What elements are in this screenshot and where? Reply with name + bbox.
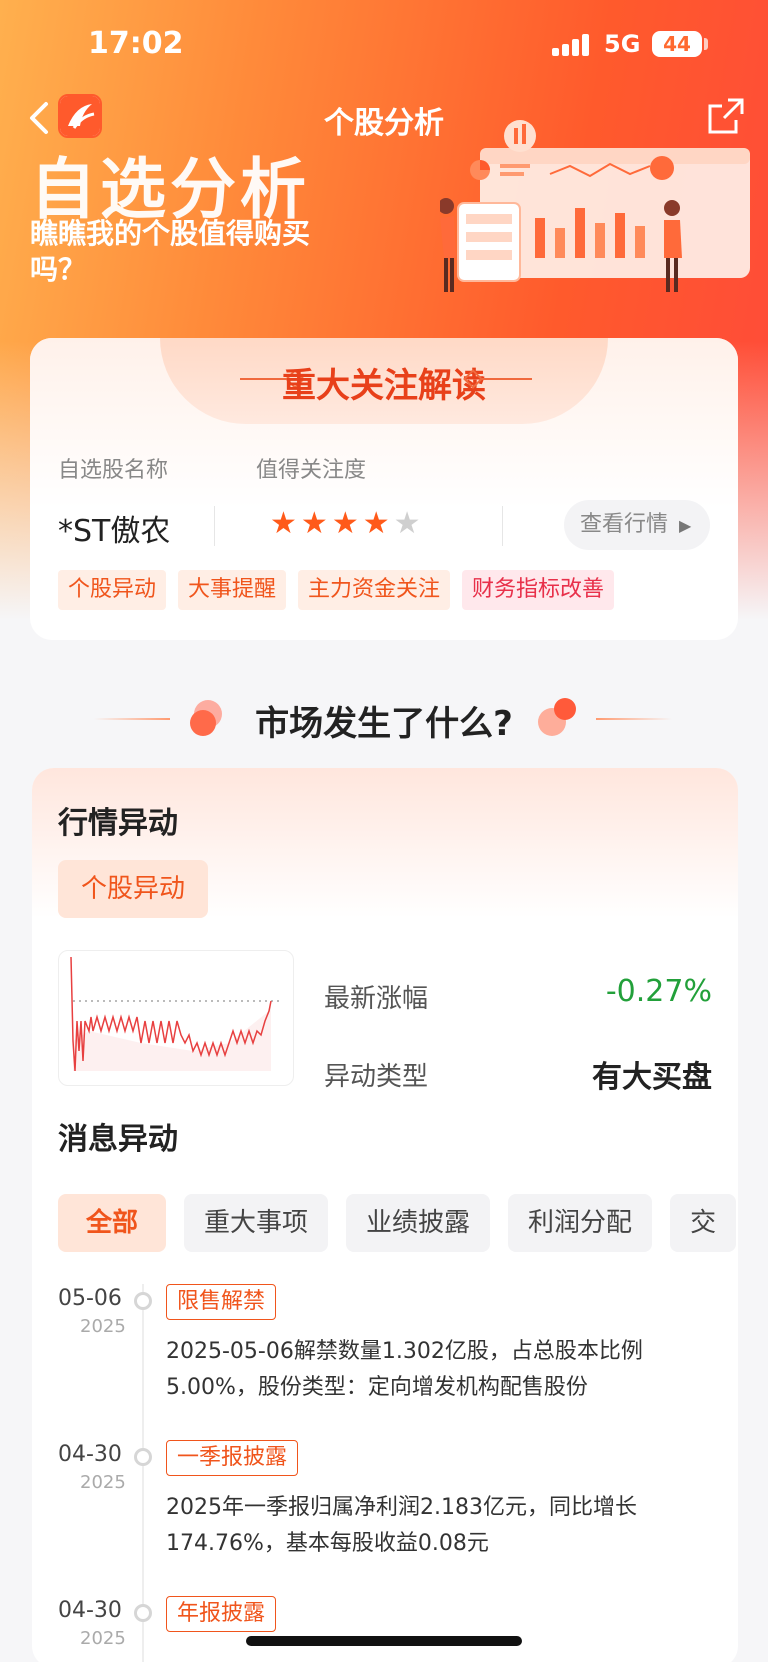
focus-tags: 个股异动 大事提醒 主力资金关注 财务指标改善 <box>58 570 626 610</box>
stock-name-label: 自选股名称 <box>58 458 169 483</box>
divider <box>502 506 503 546</box>
change-value: -0.27% <box>605 974 712 1009</box>
intraday-mini-chart[interactable] <box>58 950 294 1086</box>
event-tag: 一季报披露 <box>166 1440 299 1476</box>
stock-name: *ST傲农 <box>58 514 171 549</box>
filter-tab[interactable]: 利润分配 <box>508 1194 653 1252</box>
focus-banner-title: 重大关注解读 <box>282 366 486 406</box>
filter-tab[interactable]: 业绩披露 <box>346 1194 491 1252</box>
bubble-icon <box>554 698 576 720</box>
event-tag: 年报披露 <box>166 1596 277 1632</box>
focus-card: 重大关注解读 自选股名称 值得关注度 *ST傲农 ★ ★ ★ ★ ★ 查看行情 ▶ 个股… <box>30 338 738 640</box>
news-filter-tabs: 全部 重大事项 业绩披露 利润分配交 <box>58 1194 738 1254</box>
focus-tag: 财务指标改善 <box>462 570 615 610</box>
stock-anomaly-tab[interactable]: 个股异动 <box>58 860 208 918</box>
event-text: 2025年一季报归属净利润2.183亿元，同比增长174.76%，基本每股收益0… <box>166 1495 637 1556</box>
event-text: 2025-05-06解禁数量1.302亿股，占总股本比例5.00%，股份类型：定… <box>166 1339 643 1400</box>
filter-tab[interactable]: 交 <box>670 1194 737 1252</box>
attention-label: 值得关注度 <box>256 458 367 483</box>
focus-banner: 重大关注解读 <box>160 338 608 424</box>
hero-subtitle: 瞧瞧我的个股值得购买吗？ <box>30 217 311 286</box>
event-date: 04-30 <box>58 1442 122 1467</box>
status-bar: 17:02 5G 44 <box>0 0 768 90</box>
battery-tip <box>704 38 708 50</box>
anomaly-type-value: 有大买盘 <box>592 1060 712 1095</box>
focus-tag: 主力资金关注 <box>298 570 451 610</box>
timeline-dot-icon <box>134 1292 152 1310</box>
filter-tab[interactable]: 全部 <box>58 1194 167 1252</box>
market-anomaly-title: 行情异动 <box>58 806 178 841</box>
anomaly-type-label: 异动类型 <box>324 1062 429 1092</box>
event-date: 04-30 <box>58 1598 122 1623</box>
event-date: 05-06 <box>58 1286 122 1311</box>
timeline-dot-icon <box>134 1604 152 1622</box>
star-icon: ★ <box>393 506 421 541</box>
event-year: 2025 <box>80 1472 126 1493</box>
market-card: 行情异动 个股异动 最新涨幅 -0.27% 异动类型 有大买盘 消息异动 全部重… <box>32 768 738 1662</box>
section-title: 市场发生了什么? <box>255 704 513 744</box>
caret-right-icon: ▶ <box>679 516 692 535</box>
view-quote-label: 查看行情 <box>580 512 669 537</box>
battery-icon: 44 <box>652 31 702 57</box>
view-quote-button[interactable]: 查看行情 ▶ <box>564 500 710 550</box>
news-anomaly-title: 消息异动 <box>58 1122 178 1157</box>
section-line-right <box>596 718 672 720</box>
intraday-line-chart <box>70 956 281 1072</box>
timeline-dot-icon <box>134 1448 152 1466</box>
signal-icon <box>552 34 592 56</box>
home-indicator <box>246 1636 522 1646</box>
banner-deco-right <box>482 378 532 380</box>
focus-tag: 大事提醒 <box>178 570 287 610</box>
event-tag: 限售解禁 <box>166 1284 277 1320</box>
focus-tag: 个股异动 <box>58 570 167 610</box>
star-icon: ★ <box>362 506 390 541</box>
change-label: 最新涨幅 <box>324 984 429 1014</box>
star-icon: ★ <box>300 506 328 541</box>
status-time: 17:02 <box>88 26 184 61</box>
event-year: 2025 <box>80 1316 126 1337</box>
divider <box>214 506 215 546</box>
network-label: 5G <box>604 30 641 58</box>
dashboard-illustration-icon <box>440 120 750 292</box>
event-year: 2025 <box>80 1628 126 1649</box>
filter-tab[interactable]: 重大事项 <box>184 1194 329 1252</box>
star-icon: ★ <box>270 506 297 541</box>
attention-rating: ★ ★ ★ ★ ★ <box>270 508 425 540</box>
section-header: 市场发生了什么? <box>0 690 768 746</box>
star-icon: ★ <box>331 506 359 541</box>
